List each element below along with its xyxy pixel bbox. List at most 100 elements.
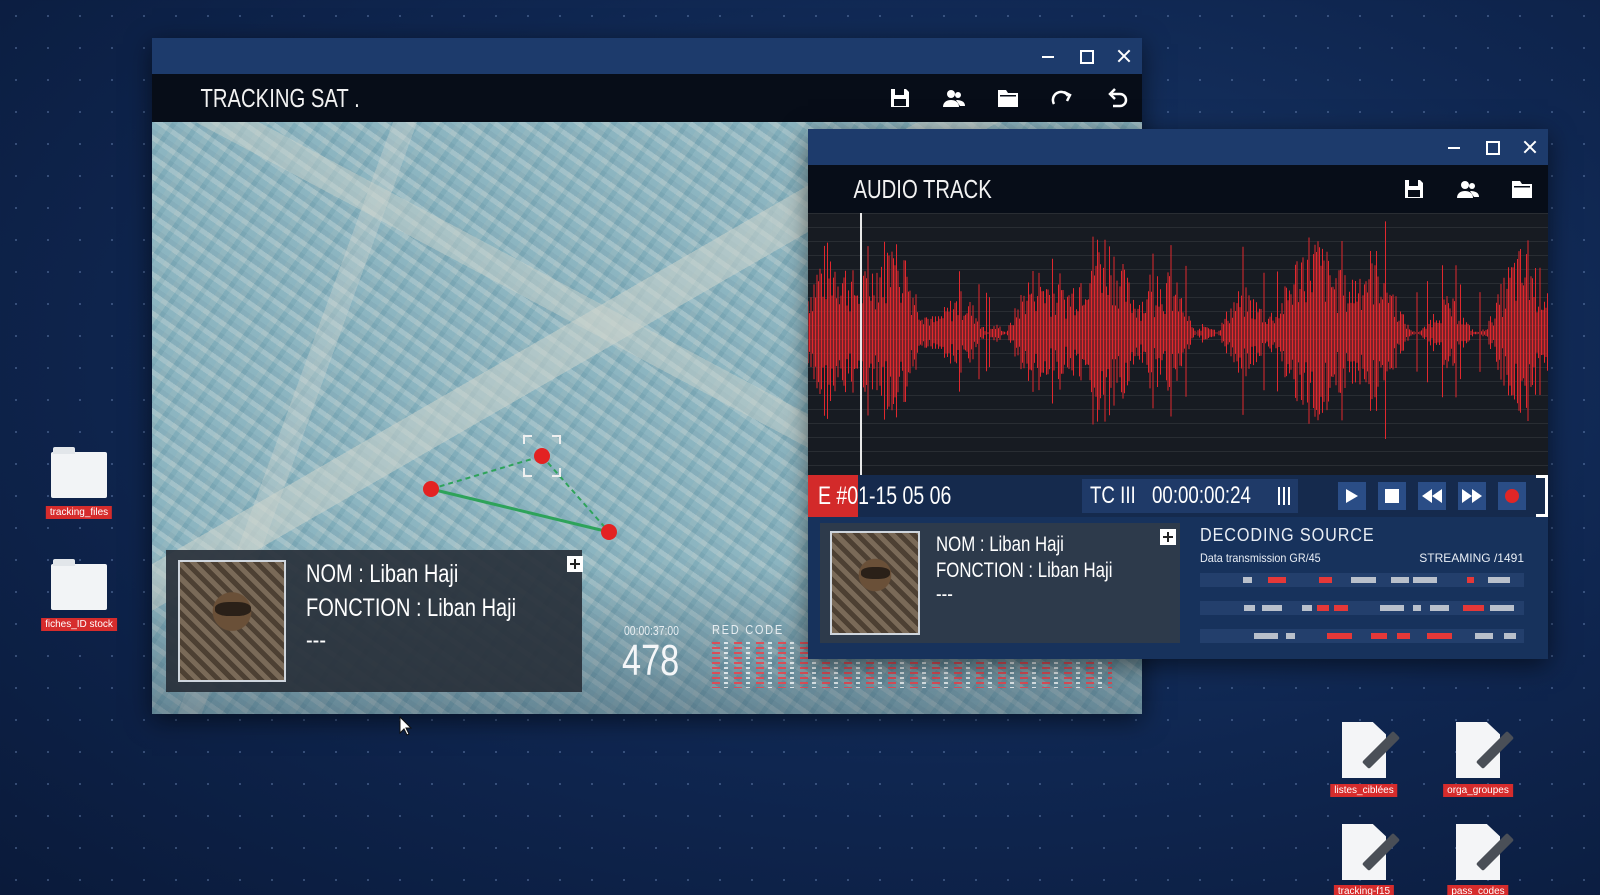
- map-counter: 478: [622, 636, 680, 685]
- file-label: listes_ciblées: [1330, 784, 1398, 797]
- window-title: TRACKING SAT .: [200, 82, 360, 113]
- profile-extra: ---: [936, 583, 953, 606]
- transport-bar: E #01-15 05 06 TC III 00:00:00:24: [808, 475, 1548, 517]
- save-icon[interactable]: [1402, 177, 1426, 201]
- profile-extra: ---: [306, 626, 326, 654]
- users-icon[interactable]: [1456, 177, 1480, 201]
- decoding-bar: [1200, 629, 1524, 643]
- tracking-path-dashed: [541, 455, 610, 533]
- decoding-segment: [1489, 605, 1515, 611]
- decoding-segment: [1396, 633, 1410, 639]
- decoding-segment: [1261, 605, 1282, 611]
- redo-icon[interactable]: [1050, 86, 1074, 110]
- minimize-icon[interactable]: [1040, 48, 1056, 64]
- audio-track-window: AUDIO TRACK E #01-15 05 06 TC III 00:00:…: [808, 129, 1548, 659]
- close-icon[interactable]: [1116, 48, 1132, 64]
- decoding-title: DECODING SOURCE: [1200, 525, 1375, 545]
- waveform-display[interactable]: [808, 213, 1548, 475]
- audio-waveform: [808, 221, 1548, 439]
- decoding-segment: [1503, 633, 1516, 639]
- save-icon[interactable]: [888, 86, 912, 110]
- decoding-segment: [1474, 633, 1493, 639]
- tracking-point: [534, 448, 550, 464]
- episode-label: E #01-15 05 06: [818, 481, 952, 510]
- decoding-segment: [1243, 605, 1255, 611]
- decoding-segment: [1243, 577, 1252, 583]
- episode-box: E #01-15 05 06: [808, 475, 989, 517]
- waveform-path: [808, 221, 1548, 439]
- playhead[interactable]: [860, 213, 862, 475]
- stop-icon[interactable]: [1378, 482, 1406, 510]
- minimize-icon[interactable]: [1446, 139, 1462, 155]
- timecode-value: 00:00:00:24: [1152, 482, 1251, 509]
- decoding-segment: [1318, 577, 1333, 583]
- folder-label: tracking_files: [45, 506, 113, 519]
- maximize-icon[interactable]: [1078, 48, 1094, 64]
- profile-nom: NOM : Liban Haji: [936, 533, 1064, 556]
- decoding-segment: [1487, 577, 1511, 583]
- decoding-segment: [1333, 605, 1348, 611]
- decoding-segment: [1253, 633, 1279, 639]
- record-icon[interactable]: [1498, 482, 1526, 510]
- decoding-segment: [1379, 605, 1404, 611]
- window-title: AUDIO TRACK: [853, 173, 992, 204]
- audio-header: AUDIO TRACK: [808, 165, 1548, 213]
- profile-fonction: FONCTION : Liban Haji: [306, 594, 517, 622]
- decoding-segment: [1390, 577, 1409, 583]
- folder-label: fiches_ID stock: [41, 618, 117, 631]
- file-listes-ciblees[interactable]: listes_ciblées: [1330, 722, 1402, 804]
- decoding-segment: [1350, 577, 1376, 583]
- undo-icon[interactable]: [1104, 86, 1128, 110]
- file-label: tracking-f15: [1333, 885, 1395, 895]
- file-label: orga_groupes: [1443, 784, 1513, 797]
- red-code-label: RED CODE: [712, 622, 784, 637]
- decoding-streaming: STREAMING /1491: [1419, 551, 1524, 565]
- decoding-segment: [1462, 605, 1484, 611]
- timecode-box: TC III 00:00:00:24: [1082, 479, 1298, 513]
- decoding-segment: [1413, 577, 1437, 583]
- file-pass-codes[interactable]: pass_codes: [1447, 824, 1516, 895]
- mouse-cursor-icon: [399, 716, 413, 736]
- decoding-segment: [1371, 633, 1388, 639]
- expand-plus-icon[interactable]: [567, 556, 583, 572]
- profile-card: NOM : Liban Haji FONCTION : Liban Haji -…: [166, 550, 583, 692]
- file-tracking-f15[interactable]: tracking-f15: [1333, 824, 1402, 895]
- transport-bracket: [1536, 475, 1548, 517]
- decoding-segment: [1301, 605, 1312, 611]
- file-label: pass_codes: [1447, 885, 1509, 895]
- decoding-segment: [1267, 577, 1286, 583]
- folder-tracking-files[interactable]: tracking_files: [45, 447, 113, 524]
- folder-icon[interactable]: [1510, 177, 1534, 201]
- tracking-header: TRACKING SAT .: [152, 74, 1142, 122]
- folder-fiches-id-stock[interactable]: fiches_ID stock: [41, 559, 117, 636]
- timecode-label: TC III: [1090, 482, 1136, 509]
- folder-icon: [51, 559, 107, 610]
- users-icon[interactable]: [942, 86, 966, 110]
- fast-forward-icon[interactable]: [1458, 482, 1486, 510]
- decoding-bar: [1200, 573, 1524, 587]
- tracking-path-solid: [430, 487, 610, 534]
- decoding-segment: [1413, 605, 1422, 611]
- tracking-point: [601, 524, 617, 540]
- close-icon[interactable]: [1522, 139, 1538, 155]
- folder-icon[interactable]: [996, 86, 1020, 110]
- tracking-point: [423, 481, 439, 497]
- maximize-icon[interactable]: [1484, 139, 1500, 155]
- expand-plus-icon[interactable]: [1160, 529, 1176, 545]
- timecode-bars-icon: [1278, 487, 1292, 505]
- decoding-segment: [1466, 577, 1475, 583]
- profile-photo: [178, 560, 286, 682]
- decoding-segment: [1316, 605, 1329, 611]
- audio-titlebar[interactable]: [808, 129, 1548, 165]
- tracking-titlebar[interactable]: [152, 38, 1142, 74]
- decoding-subtitle: Data transmission GR/45: [1200, 551, 1321, 565]
- file-orga-groupes[interactable]: orga_groupes: [1443, 722, 1516, 804]
- rewind-icon[interactable]: [1418, 482, 1446, 510]
- decoding-segment: [1327, 633, 1353, 639]
- decoding-segment: [1430, 605, 1449, 611]
- profile-card: NOM : Liban Haji FONCTION : Liban Haji -…: [820, 523, 1180, 643]
- decoding-segment: [1426, 633, 1452, 639]
- tracking-path-dashed: [430, 455, 543, 490]
- folder-icon: [51, 447, 107, 498]
- play-icon[interactable]: [1338, 482, 1366, 510]
